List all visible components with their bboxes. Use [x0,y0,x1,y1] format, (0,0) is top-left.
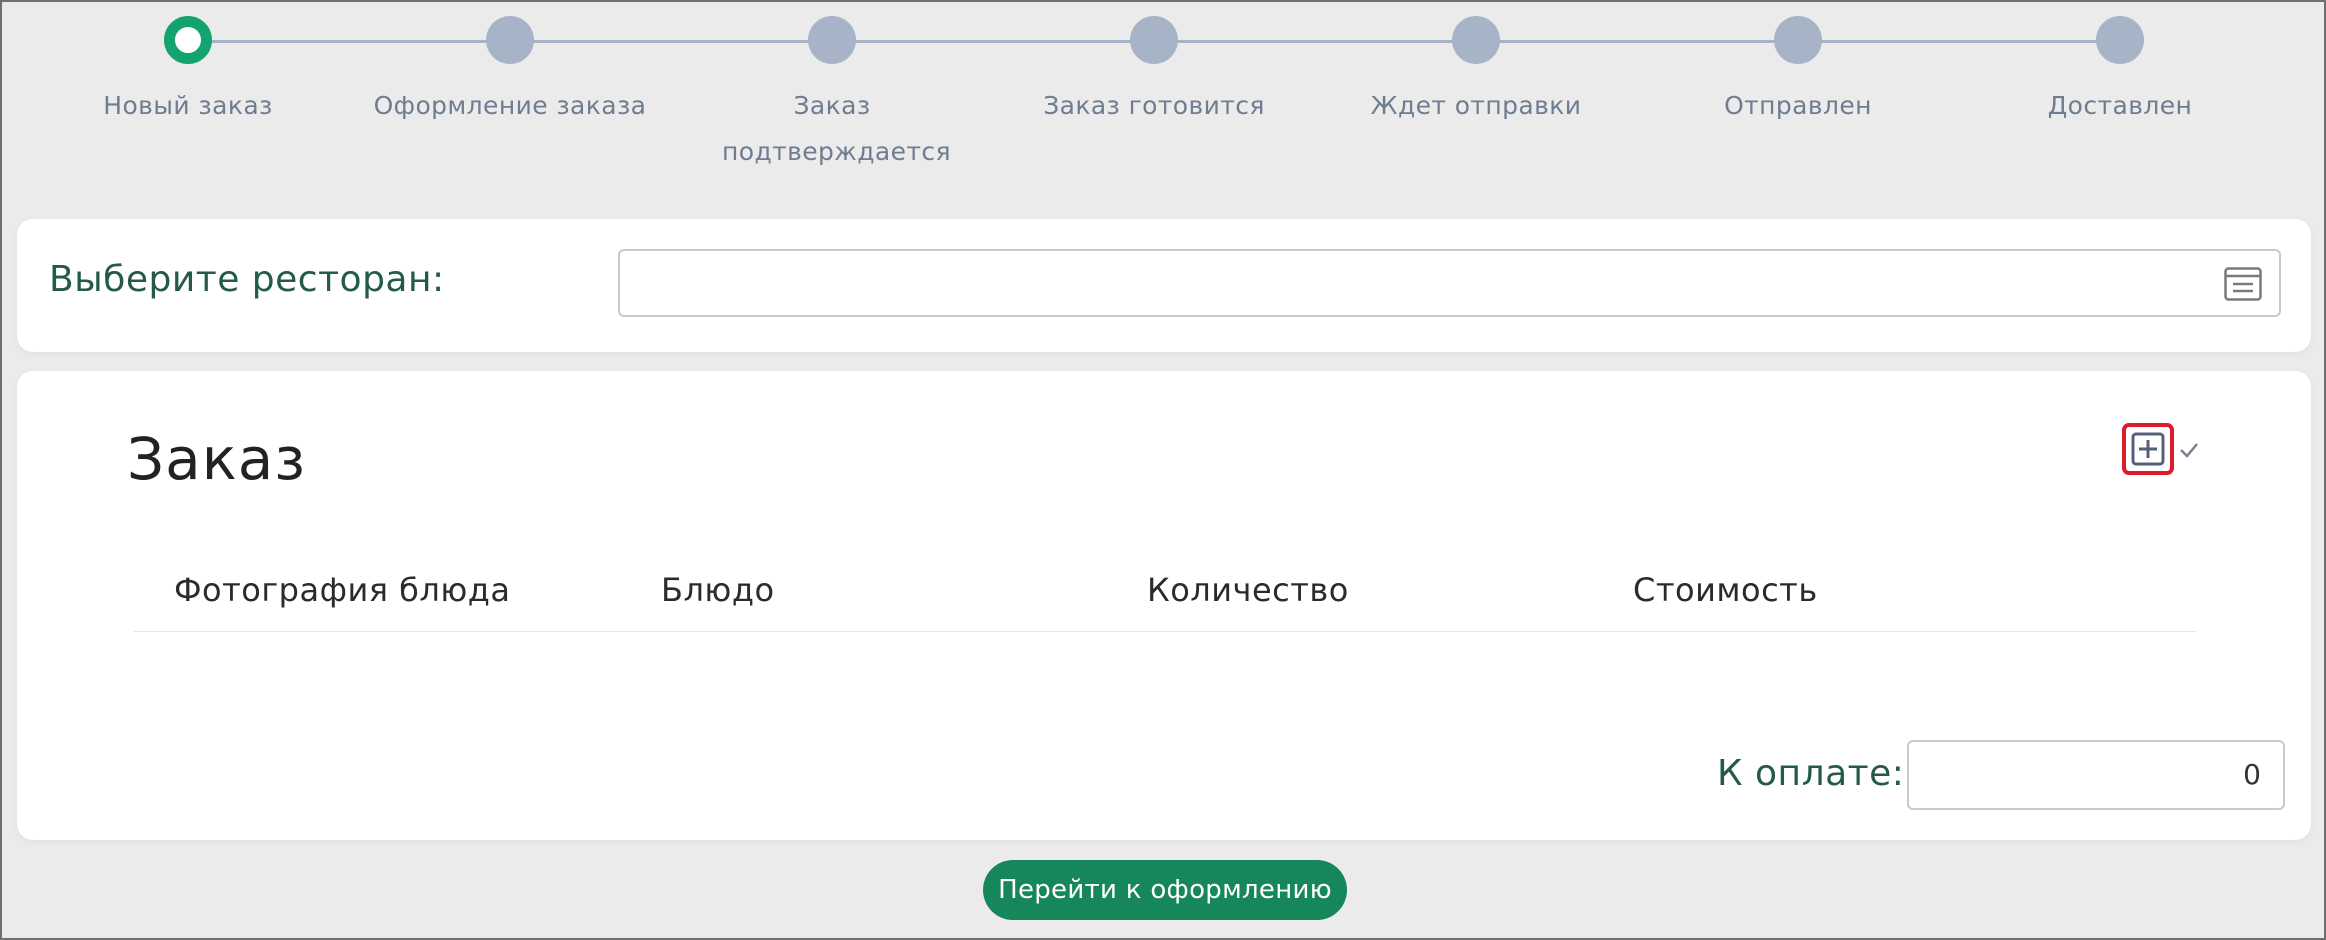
step-label: Заказ готовится [1043,91,1265,120]
step-order-checkout: Оформление заказа [370,16,650,129]
order-progress-stepper: Новый заказ Оформление заказа Заказ подт… [2,2,2324,182]
step-delivered: Доставлен [1980,16,2260,129]
column-header-dish: Блюдо [661,571,775,609]
plus-square-icon [2131,432,2165,466]
step-dot [1130,16,1178,64]
step-label: Новый заказ [103,91,273,120]
step-label: Ждет отправки [1370,91,1582,120]
restaurant-label: Выберите ресторан: [49,259,445,300]
proceed-to-checkout-button[interactable]: Перейти к оформлению [983,860,1347,920]
step-label: Отправлен [1724,91,1872,120]
order-table-header: Фотография блюда Блюдо Количество Стоимо… [134,571,2196,632]
step-awaiting-dispatch: Ждет отправки [1336,16,1616,129]
step-order-preparing: Заказ готовится [1014,16,1294,129]
step-order-confirming: Заказ подтверждается [692,16,972,175]
order-card: Заказ Фотография блюда Блюдо Количество … [17,371,2311,840]
column-header-price: Стоимость [1633,571,1818,609]
column-header-quantity: Количество [1147,571,1349,609]
step-shipped: Отправлен [1658,16,1938,129]
step-dot [2096,16,2144,64]
step-dot [486,16,534,64]
order-title: Заказ [127,425,307,493]
step-label: Оформление заказа [373,91,647,120]
restaurant-select[interactable] [618,249,2281,317]
step-dot [1774,16,1822,64]
total-label: К оплате: [1717,753,1905,794]
step-dot-active [164,16,212,64]
step-label: Доставлен [2047,91,2193,120]
step-new-order: Новый заказ [48,16,328,129]
step-dot [1452,16,1500,64]
check-icon [2180,443,2198,458]
step-dot [808,16,856,64]
list-icon[interactable] [2224,267,2262,301]
column-header-photo: Фотография блюда [174,571,511,609]
add-dish-button[interactable] [2122,423,2174,475]
restaurant-card: Выберите ресторан: [17,219,2311,352]
total-field[interactable]: 0 [1907,740,2285,810]
step-label: Заказ подтверждается [722,91,951,166]
